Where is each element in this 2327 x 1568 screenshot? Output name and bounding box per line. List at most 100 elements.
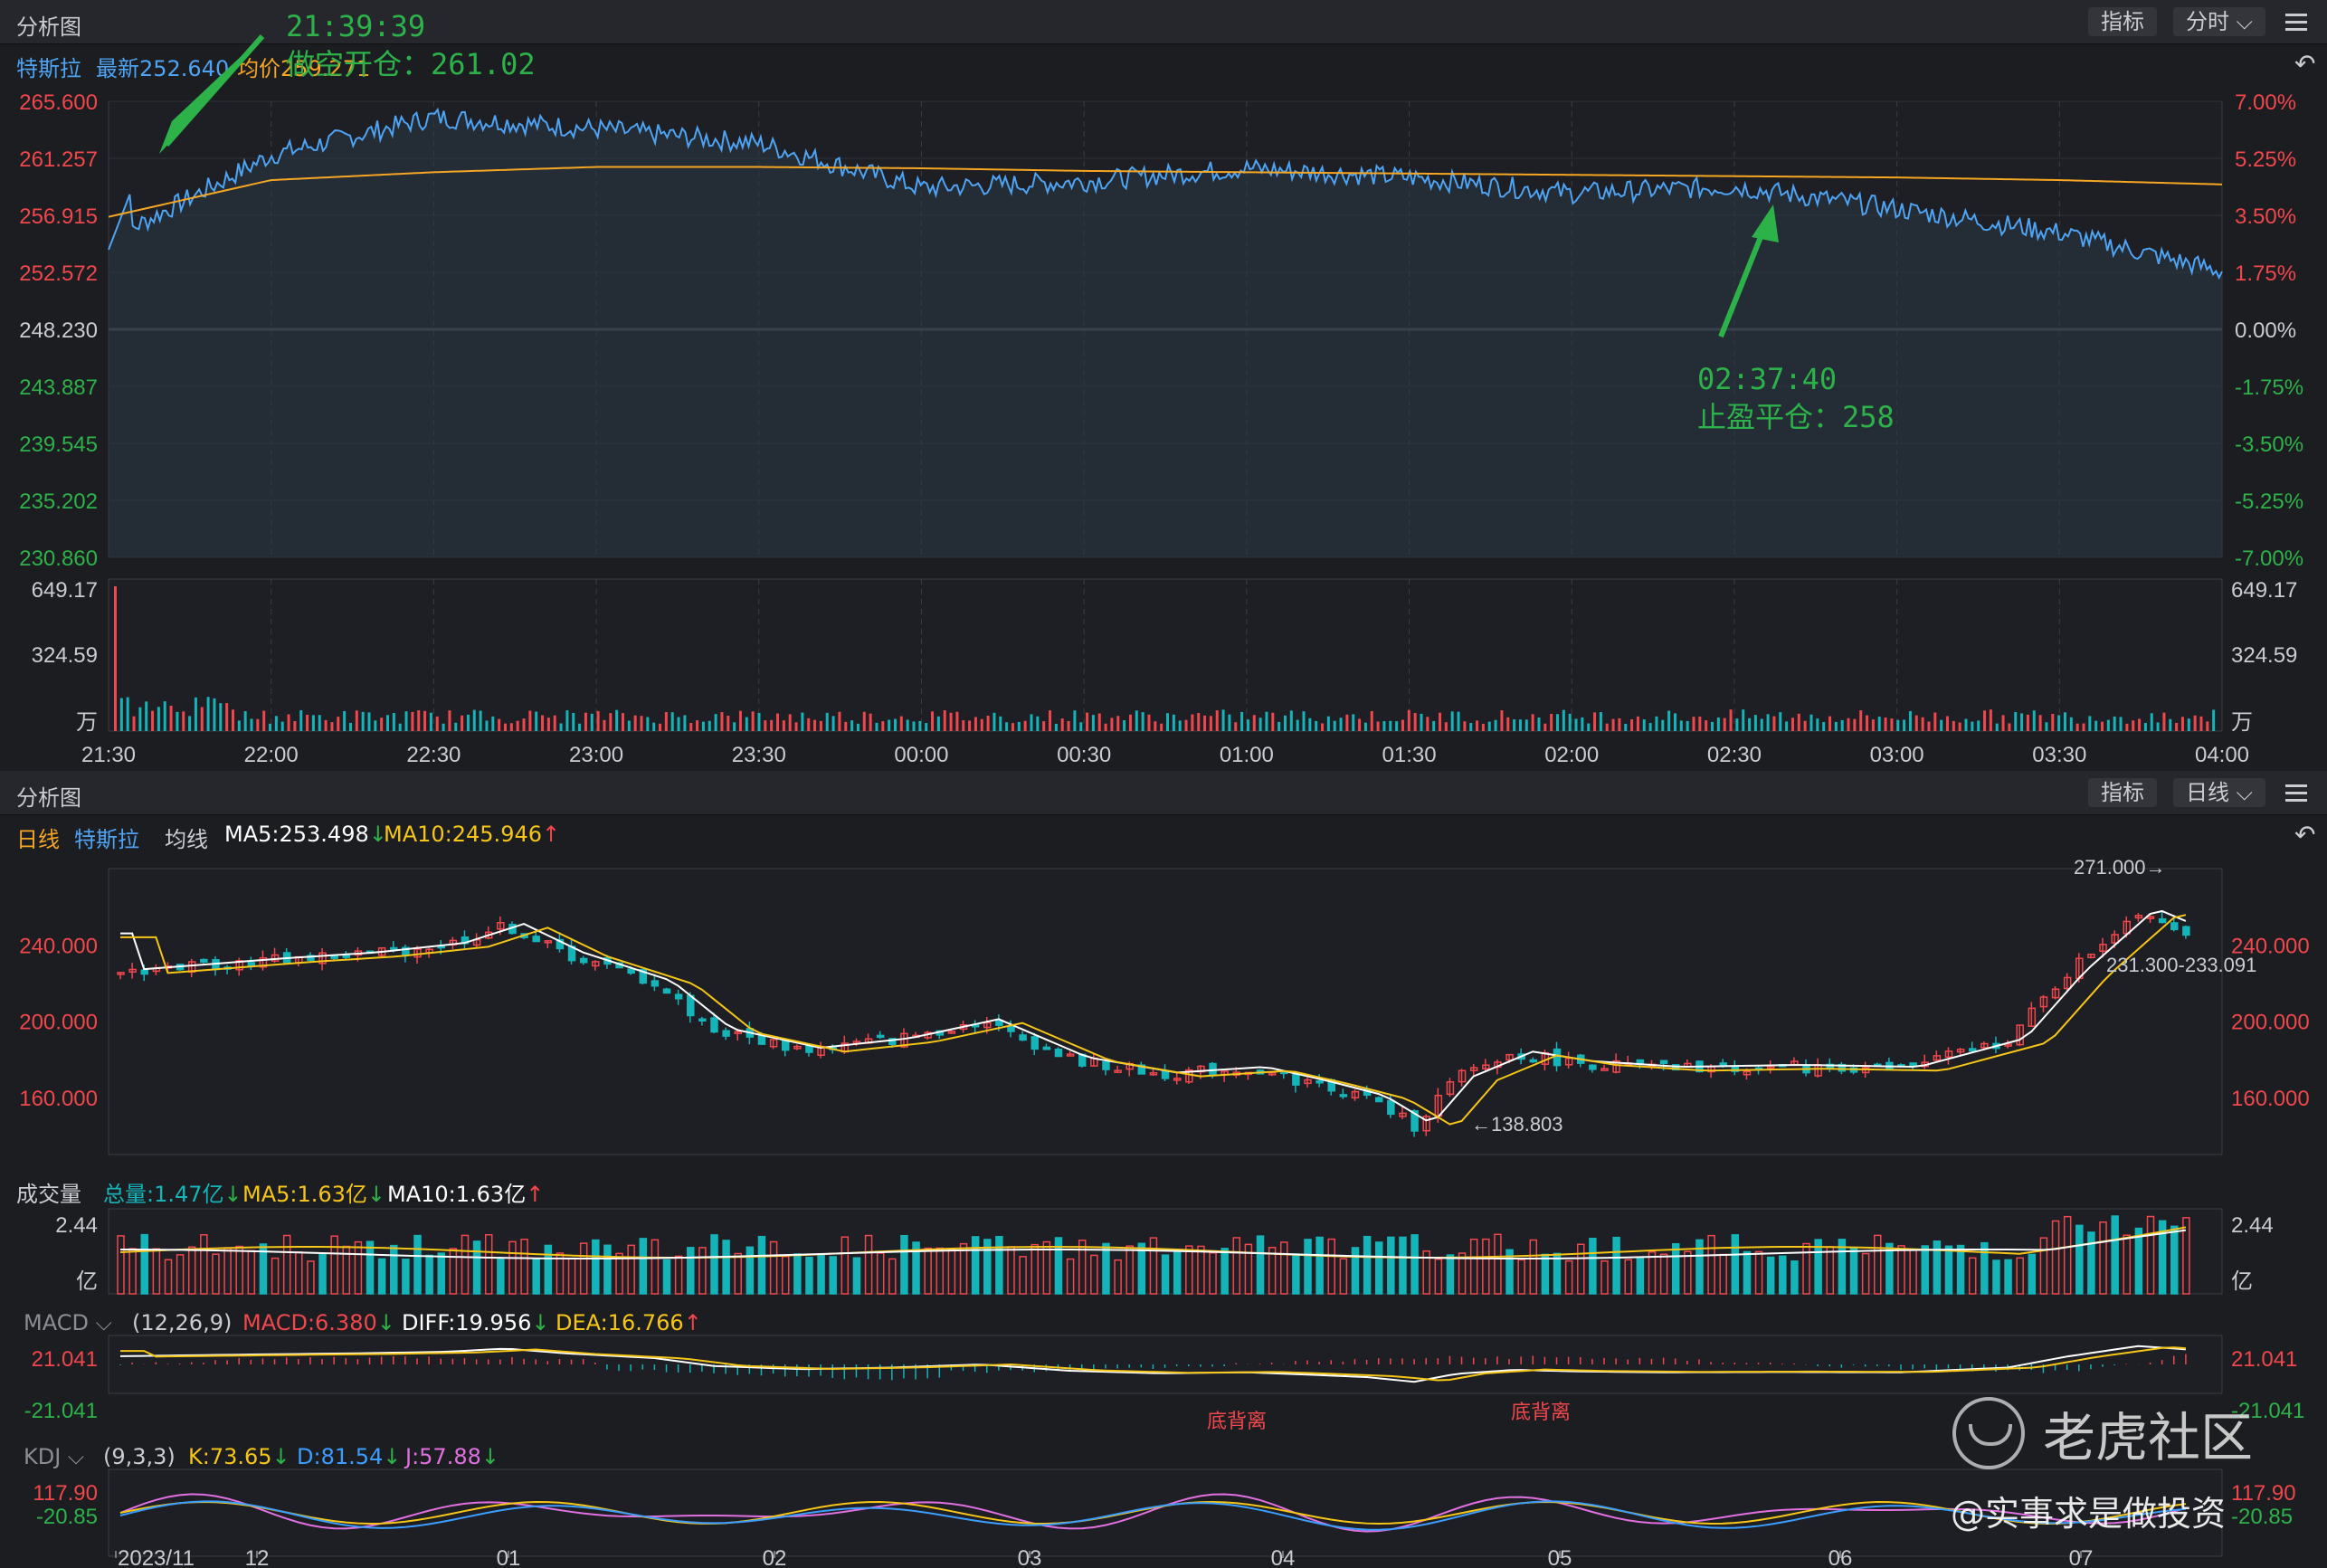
candle-body xyxy=(1031,1036,1039,1050)
price-tick-label: 239.545 xyxy=(19,432,98,457)
volume-bar xyxy=(140,1233,148,1295)
volume-bar xyxy=(1221,709,1225,731)
volume-bar xyxy=(1630,719,1634,731)
volume-bar xyxy=(1500,710,1504,731)
candle-body xyxy=(710,1017,718,1033)
candle-body xyxy=(1387,1099,1395,1116)
volume-bar xyxy=(1618,717,1621,731)
volume-bar xyxy=(485,720,489,731)
volume-tick-label: 324.59 xyxy=(32,643,98,668)
volume-bar xyxy=(138,707,142,731)
volume-bar xyxy=(1256,1235,1265,1295)
kdj-title[interactable]: KDJ ⌵ xyxy=(24,1444,84,1469)
volume-bar xyxy=(343,710,347,731)
volume-bar xyxy=(639,1238,648,1295)
volume-bar xyxy=(528,710,532,731)
volume-bar xyxy=(708,720,711,731)
volume-bar xyxy=(733,722,736,731)
volume-bar xyxy=(176,711,179,731)
entry-text: 做空开仓：261.02 xyxy=(286,47,536,81)
volume-bar xyxy=(429,712,432,731)
volume-bar xyxy=(2170,1225,2179,1295)
volume-bar xyxy=(1772,716,1776,731)
intraday-panel: 分析图 指标 分时 ⌵ 特斯拉 最新252.640 均价259.271 ↶ 26… xyxy=(0,0,2327,771)
volume-bar xyxy=(1553,1252,1562,1295)
candle-body xyxy=(579,957,588,964)
candle-body xyxy=(1374,1097,1383,1103)
volume-bar xyxy=(361,711,365,731)
daily-panel: 分析图 指标 日线 ⌵ 日线 特斯拉 均线 MA5:253.498↓ MA10:… xyxy=(0,771,2327,1568)
volume-bar xyxy=(1333,720,1336,731)
volume-bar xyxy=(1439,712,1442,731)
volume-bar xyxy=(377,1258,386,1295)
volume-bar xyxy=(1605,723,1609,731)
volume-bar xyxy=(1964,718,1968,731)
volume-bar xyxy=(1352,714,1355,731)
volume-bar xyxy=(2057,715,2061,731)
volume-bar xyxy=(1370,710,1373,731)
volume-bar xyxy=(1481,723,1485,731)
d-value: D:81.54↓ xyxy=(297,1444,402,1469)
volume-bar xyxy=(448,710,451,731)
volume-bar xyxy=(2187,718,2190,731)
time-tick-label: 04:00 xyxy=(2195,743,2249,767)
volume-bar xyxy=(2180,717,2184,731)
volume-bar xyxy=(912,721,916,731)
volume-total: 总量:1.47亿↓ xyxy=(103,1182,242,1207)
volume-bar xyxy=(1612,1236,1620,1295)
price-tick-label: 265.600 xyxy=(19,90,98,115)
candle-body xyxy=(1007,1025,1015,1032)
volume-bar xyxy=(2038,715,2042,731)
volume-bar xyxy=(782,720,785,731)
volume-bar xyxy=(1399,1236,1407,1295)
volume-bar xyxy=(553,715,556,731)
volume-bar xyxy=(1102,1242,1110,1295)
volume-bar xyxy=(687,1247,695,1295)
volume-bar xyxy=(2106,719,2110,731)
volume-bar xyxy=(2101,721,2104,731)
candle-body xyxy=(722,1030,730,1037)
volume-bar xyxy=(2212,709,2216,731)
volume-bar xyxy=(1816,718,1819,731)
volume-bar xyxy=(1983,710,1987,731)
volume-bar xyxy=(986,716,990,731)
volume-bar xyxy=(1581,717,1584,731)
macd-tick-label: 21.041 xyxy=(32,1347,98,1372)
pct-tick-label: -3.50% xyxy=(2235,432,2303,457)
price-tick-label: 235.202 xyxy=(19,489,98,514)
volume-unit-label: 万 xyxy=(2231,710,2253,735)
date-tick-label: 03 xyxy=(1018,1546,1042,1568)
macd-title[interactable]: MACD ⌵ xyxy=(24,1310,112,1335)
volume-bar xyxy=(1258,717,1262,731)
volume-bar xyxy=(472,709,476,731)
price-tick-label: 252.572 xyxy=(19,261,98,286)
volume-bar xyxy=(119,698,123,731)
price-tick-label: 230.860 xyxy=(19,546,98,571)
volume-bar xyxy=(621,713,624,731)
k-value: K:73.65↓ xyxy=(188,1444,290,1469)
volume-bar xyxy=(1940,719,1943,731)
volume-bar xyxy=(2175,722,2179,731)
volume-bar xyxy=(2156,722,2160,731)
volume-bar xyxy=(995,1235,1003,1295)
volume-bar xyxy=(603,719,606,731)
volume-bar xyxy=(1705,720,1708,731)
time-tick-label: 03:30 xyxy=(2032,743,2086,767)
volume-bar xyxy=(1742,709,1745,731)
price-area xyxy=(108,868,2223,1155)
volume-bar xyxy=(1847,717,1850,731)
volume-bar xyxy=(1562,709,1565,731)
candle-body xyxy=(627,968,635,974)
volume-bar xyxy=(1760,718,1763,731)
kdj-area xyxy=(108,1468,2223,1557)
volume-bar xyxy=(856,723,860,731)
volume-bar xyxy=(1890,718,1894,731)
volume-bar xyxy=(710,1234,718,1295)
volume-bar xyxy=(1698,716,1702,731)
time-tick-label: 23:30 xyxy=(732,743,786,767)
volume-bar xyxy=(392,712,395,731)
volume-bar xyxy=(1945,716,1949,731)
volume-bar xyxy=(1958,722,1961,731)
volume-bar xyxy=(1667,710,1671,731)
volume-bar xyxy=(1413,713,1417,731)
